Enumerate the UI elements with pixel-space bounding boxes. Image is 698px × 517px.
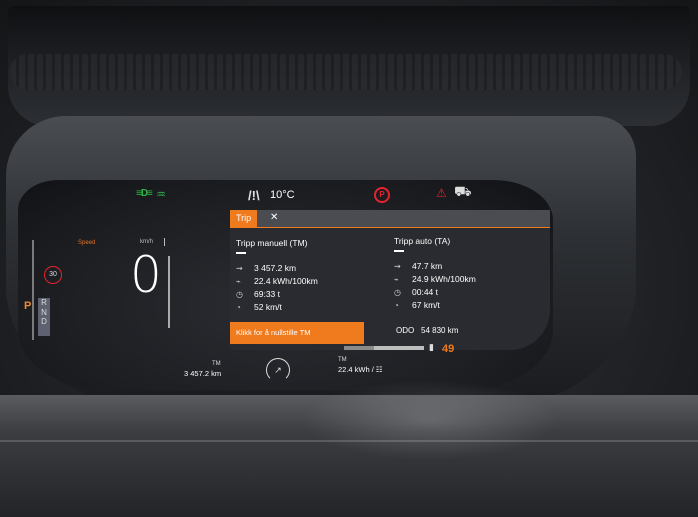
car-dashboard-photo: ≡D≡ ♒ /!\ 10°C P ⚠ ⛟ Speed km/h 30 0 P R… <box>0 0 698 517</box>
gear-selected: P <box>24 300 32 312</box>
gear-n: N <box>41 307 47 317</box>
trip-auto-time: ◷ 00:44 t <box>394 287 438 297</box>
trip-auto-consumption: ⌁ 24.9 kWh/100km <box>394 274 476 284</box>
trip-manual-rule <box>236 252 246 254</box>
speedometer-icon: ◔ <box>394 301 399 310</box>
range-bar-fill <box>344 346 374 350</box>
current-speed: 0 <box>130 246 162 304</box>
speed-unit-label: km/h <box>140 239 154 245</box>
instrument-cluster-screen: ≡D≡ ♒ /!\ 10°C P ⚠ ⛟ Speed km/h 30 0 P R… <box>18 180 553 390</box>
wiper-icon: ♒ <box>156 189 166 201</box>
unit-tick <box>164 238 165 246</box>
instrument-hood <box>10 54 682 90</box>
tm-consumption-value: 22.4 kWh / ☷ <box>338 365 383 374</box>
trip-manual-time: ◷ 69:33 t <box>236 289 280 299</box>
clock-icon: ◷ <box>394 288 401 297</box>
road-icon: /!\ <box>248 188 260 203</box>
tm-consumption-label: TM <box>338 357 347 363</box>
clock-icon: ◷ <box>236 290 243 299</box>
trip-panel: Trip ✕ Tripp manuell (TM) ⇝ 3 457.2 km ⌁ 2… <box>230 210 550 350</box>
speedometer-icon: ◔ <box>236 303 241 312</box>
close-icon[interactable]: ✕ <box>270 212 278 223</box>
battery-icon: ▮ <box>429 342 434 352</box>
trip-panel-header: Trip ✕ <box>230 210 550 228</box>
tm-distance-value: 3 457.2 km <box>184 369 222 378</box>
light-glare <box>300 380 560 460</box>
gear-selector: R N D <box>38 298 50 336</box>
reset-tm-button[interactable]: Klikk for å nullstille TM <box>230 322 364 344</box>
trip-auto-title: Tripp auto (TA) <box>394 236 451 246</box>
speed-label: Speed <box>78 240 96 246</box>
trip-auto-rule <box>394 250 404 252</box>
tm-distance-label: TM <box>212 361 221 367</box>
gear-d: D <box>41 317 47 326</box>
consumption-icon: ⌁ <box>236 277 241 286</box>
odo-value: 54 830 km <box>421 326 459 335</box>
range-value: 49 <box>442 343 455 355</box>
route-icon: ⇝ <box>236 264 243 273</box>
trip-manual-avg-speed: ◔ 52 km/t <box>236 302 282 312</box>
consumption-icon: ⌁ <box>394 275 399 284</box>
car-door-icon: ⛟ <box>454 183 472 199</box>
seatbelt-icon: ⚠ <box>436 186 447 200</box>
speed-needle-line <box>168 256 170 328</box>
trip-auto-avg-speed: ◔ 67 km/t <box>394 300 440 310</box>
tab-trip[interactable]: Trip <box>230 210 258 227</box>
route-icon: ⇝ <box>394 262 401 271</box>
eco-gauge-icon: ↗ <box>266 358 290 382</box>
gear-r: R <box>41 298 47 307</box>
trip-manual-consumption: ⌁ 22.4 kWh/100km <box>236 276 318 286</box>
trip-manual-title: Tripp manuell (TM) <box>236 238 308 248</box>
trip-auto-distance: ⇝ 47.7 km <box>394 261 443 271</box>
parking-brake-icon: P <box>374 187 390 203</box>
trip-manual-distance: ⇝ 3 457.2 km <box>236 263 297 273</box>
eco-icon: ≡D≡ <box>136 188 153 199</box>
odo-label: ODO <box>396 326 415 335</box>
speed-limit-sign: 30 <box>44 266 62 284</box>
outside-temperature: 10°C <box>270 189 295 201</box>
gauge-edge <box>32 240 34 340</box>
